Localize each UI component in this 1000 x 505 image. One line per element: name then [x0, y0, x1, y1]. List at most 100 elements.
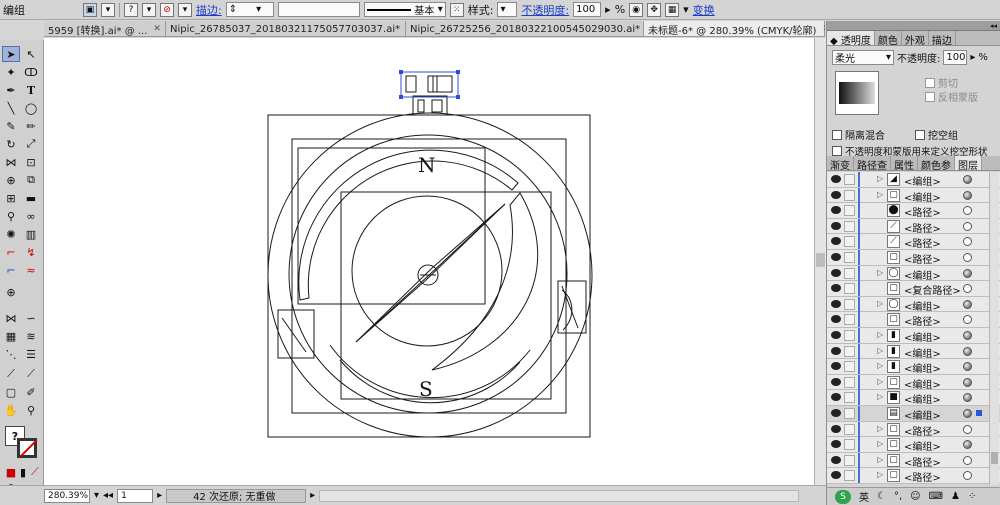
canvas-vertical-scrollbar[interactable] — [814, 38, 826, 485]
tab-gradient[interactable]: 渐变 — [827, 156, 854, 172]
scissors-tool-icon[interactable]: ≈ — [22, 262, 40, 278]
tab-attributes[interactable]: 属性 — [891, 156, 918, 172]
target-circle-icon[interactable] — [963, 268, 972, 278]
lock-toggle[interactable] — [844, 205, 855, 217]
fill-swatch[interactable]: ▣ — [83, 2, 97, 17]
document-tab-active[interactable]: 未标题-6* @ 280.39% (CMYK/轮廓) ✕ — [644, 21, 825, 36]
target-circle-icon[interactable] — [963, 346, 972, 356]
selection-tool-icon[interactable]: ➤ — [2, 46, 20, 62]
transform-link[interactable]: 变换 — [693, 2, 715, 18]
layer-row[interactable]: ⟋ <路径> — [827, 218, 1000, 235]
eyedropper-tool-icon[interactable]: ⚲ — [2, 208, 20, 224]
mesh-tool-icon[interactable]: ⊞ — [2, 190, 20, 206]
align-icon[interactable]: ✥ — [647, 2, 662, 17]
thumbnail-preview[interactable] — [835, 71, 879, 115]
opacity-stepper-icon[interactable]: ▸ — [970, 52, 975, 63]
emoji-icon[interactable]: ☺ — [910, 491, 920, 502]
target-circle-icon[interactable] — [963, 206, 972, 216]
expand-arrow-icon[interactable]: ▷ — [877, 455, 883, 464]
visibility-eye-icon[interactable] — [831, 175, 841, 183]
pen-tool-icon[interactable]: ✒ — [2, 82, 20, 98]
target-circle-icon[interactable] — [963, 190, 972, 200]
expand-arrow-icon[interactable]: ▷ — [877, 268, 883, 277]
pattern-icon[interactable]: ▦ — [665, 2, 680, 17]
fill-dropdown-icon[interactable]: ▾ — [101, 2, 115, 17]
layer-row[interactable]: ▷ ▢ <编组> — [827, 374, 1000, 391]
tab-pathfinder[interactable]: 路径查 — [854, 156, 891, 172]
visibility-eye-icon[interactable] — [831, 424, 841, 433]
lock-toggle[interactable] — [844, 174, 855, 185]
visibility-eye-icon[interactable] — [831, 377, 841, 386]
opacity-stepper-icon[interactable]: ▸ — [605, 3, 611, 16]
style-select[interactable]: ▾ — [497, 2, 518, 17]
opacity-label[interactable]: 不透明度: — [521, 2, 569, 18]
visibility-eye-icon[interactable] — [831, 455, 841, 464]
expand-arrow-icon[interactable]: ▷ — [877, 330, 883, 339]
line-tool-icon[interactable]: ╲ — [2, 100, 20, 116]
close-icon[interactable]: ✕ — [822, 24, 825, 34]
next-page-icon[interactable]: ▸ — [157, 490, 162, 501]
compass-artwork[interactable]: N S — [44, 38, 814, 485]
status-arrow-icon[interactable]: ▸ — [310, 490, 315, 501]
graph-tool-icon[interactable]: ≋ — [22, 328, 40, 344]
twirl-tool-icon[interactable]: ∽ — [22, 310, 40, 326]
zoom-dropdown-icon[interactable]: ▾ — [94, 490, 99, 501]
lock-toggle[interactable] — [844, 189, 855, 201]
layer-row[interactable]: ▷ ◯ <编组> — [827, 265, 1000, 282]
selection-indicator[interactable] — [976, 409, 982, 416]
stroke-box[interactable] — [17, 438, 38, 458]
tab-transparency[interactable]: ◆ 透明度 — [827, 31, 875, 47]
knockout-group-checkbox[interactable] — [915, 129, 925, 140]
layer-row[interactable]: ▢ <路径> — [827, 312, 1000, 328]
stroke-dropdown-icon[interactable]: ▾ — [142, 2, 156, 17]
punctuation-icon[interactable]: °, — [894, 491, 902, 502]
lock-toggle[interactable] — [844, 361, 855, 373]
lock-toggle[interactable] — [844, 267, 855, 279]
scale-tool-icon[interactable]: ⤢ — [22, 136, 40, 152]
type-tool-icon[interactable]: T — [22, 82, 40, 98]
expand-arrow-icon[interactable]: ▷ — [877, 392, 883, 401]
free-transform-tool-icon[interactable]: ⊡ — [22, 154, 40, 170]
horizontal-scrollbar[interactable] — [319, 489, 800, 502]
expand-arrow-icon[interactable]: ▷ — [877, 439, 883, 448]
lock-toggle[interactable] — [844, 439, 855, 451]
lock-toggle[interactable] — [844, 236, 855, 248]
opacity-input[interactable]: 100 — [573, 2, 602, 17]
ellipse-tool-icon[interactable]: ◯ — [22, 100, 40, 116]
expand-arrow-icon[interactable]: ▷ — [877, 361, 883, 370]
rectangle-tool-icon[interactable]: ▢ — [2, 384, 20, 400]
hand-tool-icon[interactable]: ✋ — [2, 402, 20, 418]
artboard-tool-icon[interactable]: ⌐ — [2, 244, 20, 260]
visibility-eye-icon[interactable] — [831, 362, 841, 371]
document-tab[interactable]: Nipic_26785037_20180321175057703037.ai* … — [166, 21, 414, 36]
target-circle-icon[interactable] — [963, 362, 972, 372]
grid-options-icon[interactable]: ⁙ — [449, 2, 464, 17]
layer-row[interactable]: ▷ ■ <编组> — [827, 390, 1000, 406]
pencil-tool-icon[interactable]: ✏ — [22, 118, 40, 134]
expand-arrow-icon[interactable]: ▷ — [877, 346, 883, 355]
layer-row[interactable]: ▷ ▮ <编组> — [827, 327, 1000, 344]
eraser-tool-icon[interactable]: ⌐ — [2, 262, 20, 278]
artboard-canvas[interactable]: N S — [44, 38, 814, 485]
visibility-eye-icon[interactable] — [831, 206, 841, 215]
profile-select[interactable]: 基本 ▾ — [363, 2, 446, 17]
isolate-blending-checkbox[interactable] — [832, 129, 842, 140]
target-circle-icon[interactable] — [963, 315, 972, 325]
layer-row[interactable]: ▷ ◯ <编组> — [827, 296, 1000, 313]
visibility-eye-icon[interactable] — [831, 190, 841, 199]
grid-tool-icon[interactable]: ▦ — [2, 328, 20, 344]
tab-stroke[interactable]: 描边 — [929, 31, 956, 47]
no-stroke-icon[interactable]: ⊘ — [160, 2, 174, 17]
visibility-eye-icon[interactable] — [831, 440, 841, 449]
stroke-options-icon[interactable]: ▾ — [178, 2, 192, 17]
grid-icon[interactable]: ⁘ — [968, 491, 976, 502]
magic-wand-tool-icon[interactable]: ✦ — [2, 64, 20, 80]
lock-toggle[interactable] — [844, 454, 855, 466]
layer-row[interactable]: ▷ ▢ <编组> — [827, 437, 1000, 453]
layer-row[interactable]: ▢ <路径> — [827, 249, 1000, 266]
tab-color-guide[interactable]: 颜色参 — [918, 156, 955, 172]
target-circle-icon[interactable] — [963, 237, 972, 247]
fill-stroke-swatch[interactable]: ? — [5, 426, 39, 460]
live-paint-tool-icon[interactable]: ⋱ — [2, 346, 20, 362]
stroke-label[interactable]: 描边: — [196, 2, 222, 18]
